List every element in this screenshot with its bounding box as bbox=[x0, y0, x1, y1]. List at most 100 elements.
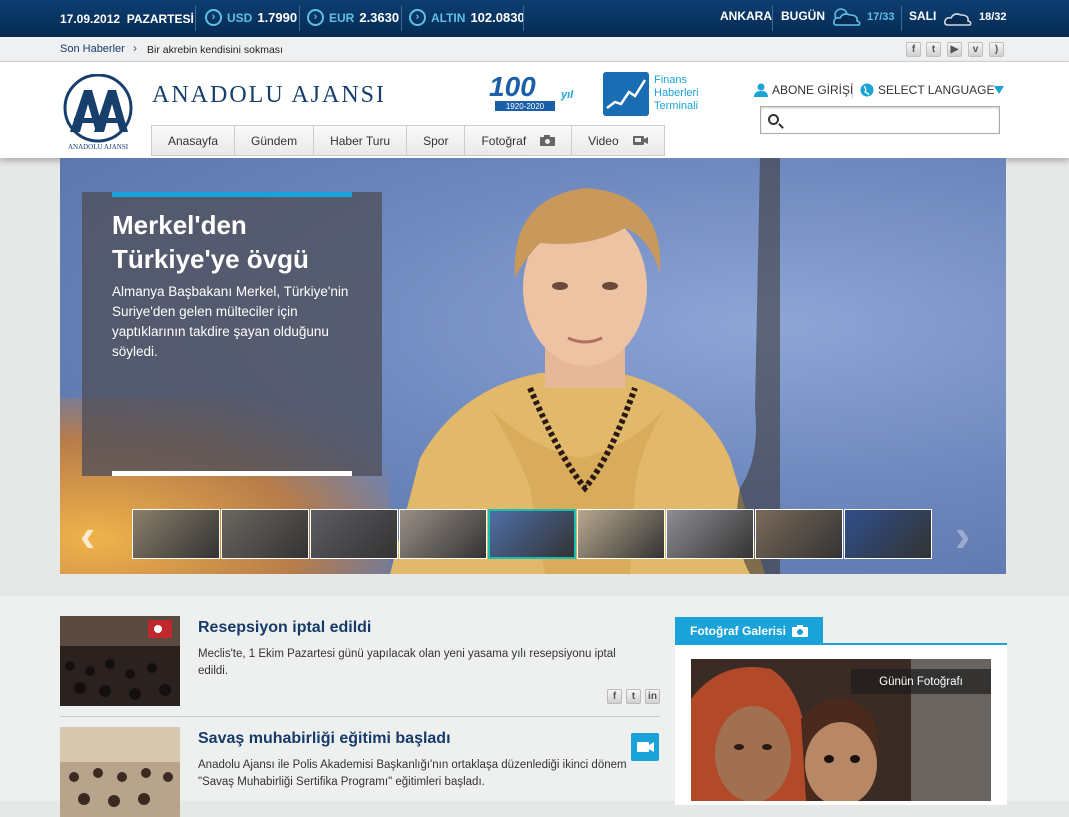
subscriber-login-link[interactable]: ABONE GİRİŞİ bbox=[754, 83, 853, 97]
facebook-icon[interactable]: f bbox=[906, 42, 921, 57]
slider-thumbnail[interactable] bbox=[844, 509, 932, 559]
finance-line: Haberleri bbox=[654, 87, 699, 99]
date: 17.09.2012 bbox=[60, 12, 121, 26]
video-badge-icon[interactable] bbox=[631, 733, 659, 761]
currency-value: 1.7990 bbox=[257, 10, 298, 25]
nav-item-spor[interactable]: Spor bbox=[407, 126, 466, 155]
ticker-label[interactable]: Son Haberler bbox=[60, 43, 125, 55]
divider bbox=[523, 6, 524, 31]
featured-slider[interactable]: Merkel'den Türkiye'ye övgü Almanya Başba… bbox=[60, 158, 1006, 574]
news-headline[interactable]: Savaş muhabirliği eğitimi başladı bbox=[198, 730, 451, 748]
top-info-bar: 17.09.2012 PAZARTESİ › USD 1.7990 › EUR … bbox=[0, 0, 1069, 37]
arrow-right-icon: › bbox=[205, 9, 222, 26]
nav-label: Anasayfa bbox=[168, 133, 219, 148]
rss-icon[interactable]: ) bbox=[989, 42, 1004, 57]
caption-progress-bar bbox=[112, 471, 352, 476]
slider-summary: Almanya Başbakanı Merkel, Türkiye'nin Su… bbox=[112, 284, 349, 359]
news-thumbnail[interactable] bbox=[60, 616, 180, 706]
news-divider bbox=[60, 716, 660, 717]
finance-terminal-link[interactable]: Finans Haberleri Terminali bbox=[654, 74, 699, 113]
share-twitter-icon[interactable]: t bbox=[626, 689, 641, 704]
news-summary: Anadolu Ajansı ile Polis Akademisi Başka… bbox=[198, 759, 627, 788]
camera-icon bbox=[540, 135, 556, 146]
finance-line: Terminali bbox=[654, 100, 699, 112]
slider-headline[interactable]: Merkel'den Türkiye'ye övgü bbox=[112, 208, 362, 276]
slider-thumbnail[interactable] bbox=[755, 509, 843, 559]
currency-value: 2.3630 bbox=[359, 10, 400, 25]
share-linkedin-icon[interactable]: in bbox=[645, 689, 660, 704]
weather-today-label: BUGÜN bbox=[781, 9, 825, 23]
slider-thumbnails bbox=[132, 509, 932, 559]
slider-thumbnail[interactable] bbox=[577, 509, 665, 559]
anadolu-logo[interactable]: ANADOLU AJANSI bbox=[60, 74, 136, 152]
currency-label: ALTIN bbox=[431, 10, 466, 25]
svg-text:1920-2020: 1920-2020 bbox=[506, 102, 545, 111]
weather-next-day: SALI bbox=[909, 9, 937, 23]
vimeo-icon[interactable]: v bbox=[968, 42, 983, 57]
search-box[interactable] bbox=[760, 106, 1000, 134]
chevron-right-icon: › bbox=[133, 41, 137, 55]
nav-item-haber-turu[interactable]: Haber Turu bbox=[314, 126, 408, 155]
currency-eur[interactable]: › EUR 2.3630 bbox=[307, 9, 399, 26]
finance-chart-icon[interactable] bbox=[603, 72, 649, 116]
search-icon bbox=[768, 114, 779, 125]
weather-city[interactable]: ANKARA bbox=[720, 9, 772, 23]
divider bbox=[772, 6, 773, 31]
nav-label: Spor bbox=[423, 133, 449, 148]
slider-thumbnail[interactable] bbox=[399, 509, 487, 559]
youtube-icon[interactable]: ▶ bbox=[947, 42, 962, 57]
slider-thumbnail[interactable] bbox=[666, 509, 754, 559]
svg-text:100: 100 bbox=[489, 71, 536, 102]
gallery-tab-label: Fotoğraf Galerisi bbox=[690, 623, 787, 638]
slider-prev-arrow[interactable]: ‹ bbox=[80, 512, 95, 558]
day: PAZARTESİ bbox=[126, 12, 194, 26]
chevron-down-icon[interactable] bbox=[994, 86, 1004, 94]
finance-line: Finans bbox=[654, 74, 688, 86]
svg-text:yıl: yıl bbox=[560, 89, 574, 101]
currency-label: EUR bbox=[329, 10, 355, 25]
arrow-right-icon: › bbox=[307, 9, 324, 26]
partly-cloudy-icon bbox=[833, 8, 861, 26]
main-nav: Anasayfa Gündem Haber Turu Spor Fotoğraf… bbox=[151, 125, 665, 156]
news-headline[interactable]: Resepsiyon iptal edildi bbox=[198, 619, 371, 637]
slider-caption-box[interactable]: Merkel'den Türkiye'ye övgü Almanya Başba… bbox=[82, 192, 382, 476]
language-selector[interactable]: SELECT LANGUAGE bbox=[860, 83, 994, 97]
divider bbox=[195, 6, 196, 31]
video-camera-icon bbox=[632, 136, 648, 145]
slider-next-arrow[interactable]: › bbox=[955, 512, 970, 558]
twitter-icon[interactable]: t bbox=[926, 42, 941, 57]
slider-thumbnail[interactable] bbox=[310, 509, 398, 559]
ticker-headline[interactable]: Bir akrebin kendisini sokması bbox=[147, 44, 283, 56]
nav-item-gundem[interactable]: Gündem bbox=[235, 126, 315, 155]
weather-next-temp: 18/32 bbox=[979, 11, 1007, 23]
nav-label: Haber Turu bbox=[330, 133, 391, 148]
currency-usd[interactable]: › USD 1.7990 bbox=[205, 9, 297, 26]
search-input[interactable] bbox=[783, 107, 983, 131]
nav-label: Fotoğraf bbox=[481, 133, 527, 148]
caption-accent-bar bbox=[112, 192, 352, 197]
nav-label: Gündem bbox=[251, 133, 298, 148]
divider bbox=[901, 6, 902, 31]
slider-thumbnail[interactable] bbox=[132, 509, 220, 559]
camera-icon bbox=[792, 624, 809, 637]
arrow-right-icon: › bbox=[409, 9, 426, 26]
language-label: SELECT LANGUAGE bbox=[878, 83, 995, 97]
nav-item-anasayfa[interactable]: Anasayfa bbox=[152, 126, 236, 155]
currency-label: USD bbox=[227, 10, 253, 25]
nav-item-fotograf[interactable]: Fotoğraf bbox=[465, 126, 573, 155]
nav-item-video[interactable]: Video bbox=[572, 126, 663, 155]
share-facebook-icon[interactable]: f bbox=[607, 689, 622, 704]
slider-thumbnail[interactable] bbox=[221, 509, 309, 559]
currency-gold[interactable]: › ALTIN 102.0830 bbox=[409, 9, 525, 26]
news-thumbnail[interactable] bbox=[60, 727, 180, 817]
divider bbox=[852, 82, 853, 98]
globe-icon bbox=[860, 83, 874, 97]
anniversary-100-logo[interactable]: 100 yıl 1920-2020 bbox=[489, 70, 579, 114]
divider bbox=[299, 6, 300, 31]
brand-name[interactable]: ANADOLU AJANSI bbox=[152, 82, 386, 109]
slider-thumbnail[interactable] bbox=[488, 509, 576, 559]
user-icon bbox=[754, 83, 768, 97]
weather-today-temp: 17/33 bbox=[867, 11, 895, 23]
photo-of-the-day-label: Günün Fotoğrafı bbox=[851, 669, 991, 694]
photo-gallery-tab[interactable]: Fotoğraf Galerisi bbox=[675, 617, 823, 644]
